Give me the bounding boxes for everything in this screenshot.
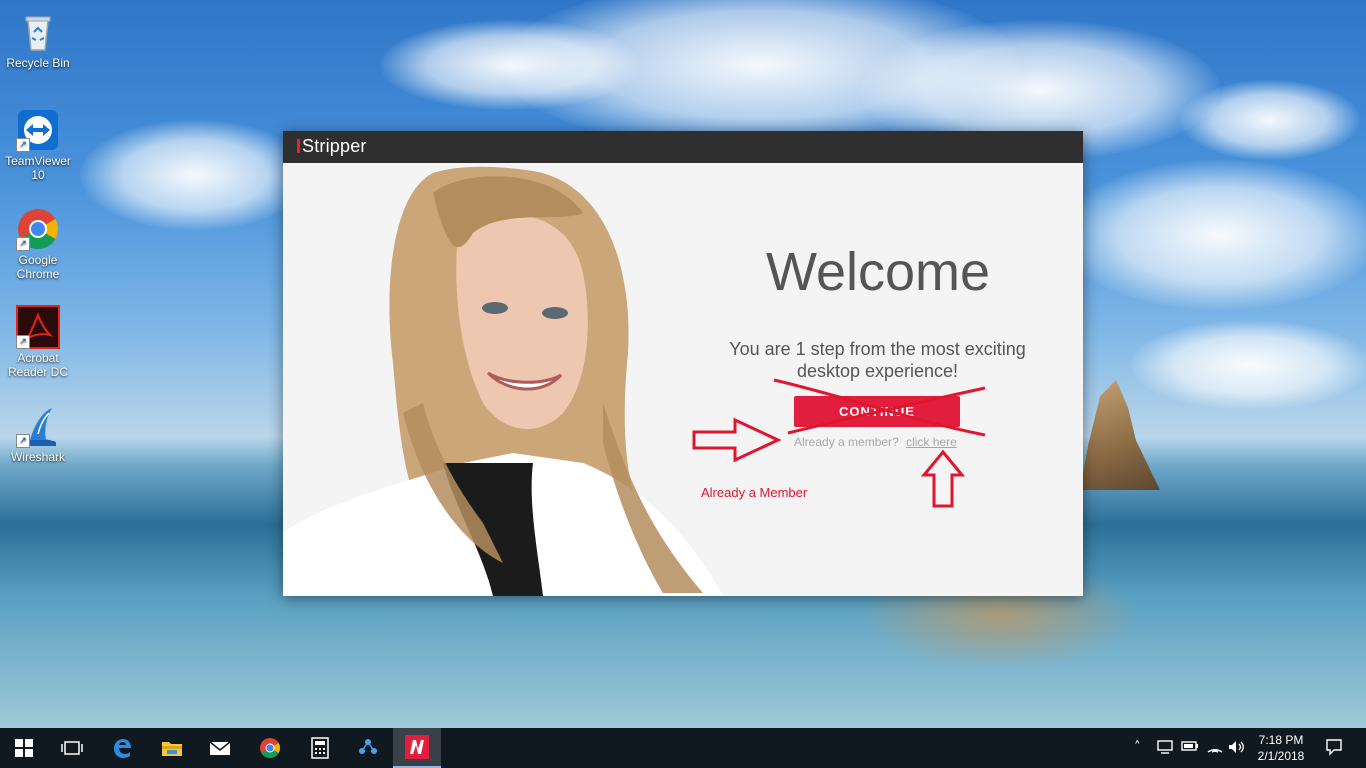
clock-time: 7:18 PM	[1258, 733, 1304, 747]
istripper-window[interactable]: Stripper Welcome You are 1 step from the…	[283, 131, 1083, 596]
recycle-bin-icon	[16, 10, 60, 54]
cliff-rock	[1080, 380, 1160, 490]
taskbar-file-explorer[interactable]	[148, 728, 196, 768]
mail-icon	[209, 741, 231, 755]
shortcut-arrow-icon: ↗	[16, 434, 30, 448]
taskbar-istripper[interactable]	[393, 728, 441, 768]
taskbar-network-app[interactable]	[344, 728, 392, 768]
desktop-icon-label: TeamViewer 10	[5, 154, 71, 182]
desktop-icon-acrobat-reader[interactable]: ↗ Acrobat Reader DC	[2, 305, 74, 379]
already-member-row: Already a member? click here	[794, 435, 994, 449]
wireshark-icon: ↗	[16, 404, 60, 448]
welcome-heading: Welcome	[765, 242, 991, 302]
task-view-button[interactable]	[48, 728, 96, 768]
desktop-icon-label: Google Chrome	[16, 253, 60, 281]
cloud	[1060, 160, 1366, 310]
system-clock[interactable]: 7:18 PM 2/1/2018	[1252, 732, 1310, 764]
shortcut-arrow-icon: ↗	[16, 335, 30, 349]
window-content: Welcome You are 1 step from the most exc…	[283, 163, 1083, 596]
welcome-subtitle: You are 1 step from the most exciting de…	[729, 339, 1026, 381]
start-button[interactable]	[0, 728, 48, 768]
desktop-icon-recycle-bin[interactable]: Recycle Bin	[2, 10, 74, 70]
desktop-icon-label: Recycle Bin	[6, 56, 70, 70]
windows-icon	[15, 739, 33, 757]
cloud	[380, 20, 640, 110]
show-hidden-icons-chevron-up-icon[interactable]: ˄	[1134, 740, 1141, 755]
desktop-icon-label: Wireshark	[10, 450, 65, 464]
cloud	[1130, 320, 1366, 410]
clock-date: 2/1/2018	[1257, 749, 1305, 763]
annotation-label: Already a Member	[701, 485, 808, 500]
cloud	[80, 120, 310, 230]
continue-button[interactable]: CONTINUE	[794, 396, 960, 427]
acrobat-reader-icon: ↗	[16, 305, 60, 349]
taskbar: ˄ 7:18 PM 2/1/2018	[0, 728, 1366, 768]
chrome-icon	[260, 738, 280, 758]
istripper-logo-icon	[297, 139, 300, 153]
taskbar-chrome[interactable]	[246, 728, 294, 768]
model-photo	[283, 166, 723, 596]
folder-icon	[162, 742, 182, 756]
desktop-icon-google-chrome[interactable]: ↗ Google Chrome	[2, 207, 74, 281]
volume-icon[interactable]	[1228, 740, 1246, 758]
network-monitor-icon[interactable]	[1157, 740, 1173, 758]
taskbar-edge[interactable]	[98, 728, 146, 768]
app-title-text: Stripper	[302, 136, 367, 156]
cloud	[1180, 80, 1360, 160]
taskbar-calculator[interactable]	[296, 728, 344, 768]
chrome-icon: ↗	[16, 207, 60, 251]
desktop-icon-teamviewer[interactable]: ↗ TeamViewer 10	[2, 108, 74, 182]
istripper-icon	[405, 735, 429, 759]
click-here-link[interactable]: click here	[906, 435, 957, 449]
action-center-icon[interactable]	[1325, 738, 1343, 760]
already-member-text: Already a member?	[794, 435, 899, 449]
taskbar-mail[interactable]	[196, 728, 244, 768]
desktop-icon-label: Acrobat Reader DC	[7, 351, 69, 379]
window-titlebar[interactable]: Stripper	[283, 131, 1083, 163]
shortcut-arrow-icon: ↗	[16, 237, 30, 251]
teamviewer-icon: ↗	[16, 108, 60, 152]
app-title: Stripper	[297, 136, 367, 157]
battery-icon[interactable]	[1181, 740, 1199, 756]
desktop-icon-wireshark[interactable]: ↗ Wireshark	[2, 404, 74, 464]
task-view-icon	[61, 741, 83, 755]
wifi-icon[interactable]	[1206, 740, 1224, 758]
shortcut-arrow-icon: ↗	[16, 138, 30, 152]
edge-icon	[114, 739, 131, 758]
network-app-icon	[359, 739, 377, 754]
calculator-icon	[311, 737, 329, 759]
